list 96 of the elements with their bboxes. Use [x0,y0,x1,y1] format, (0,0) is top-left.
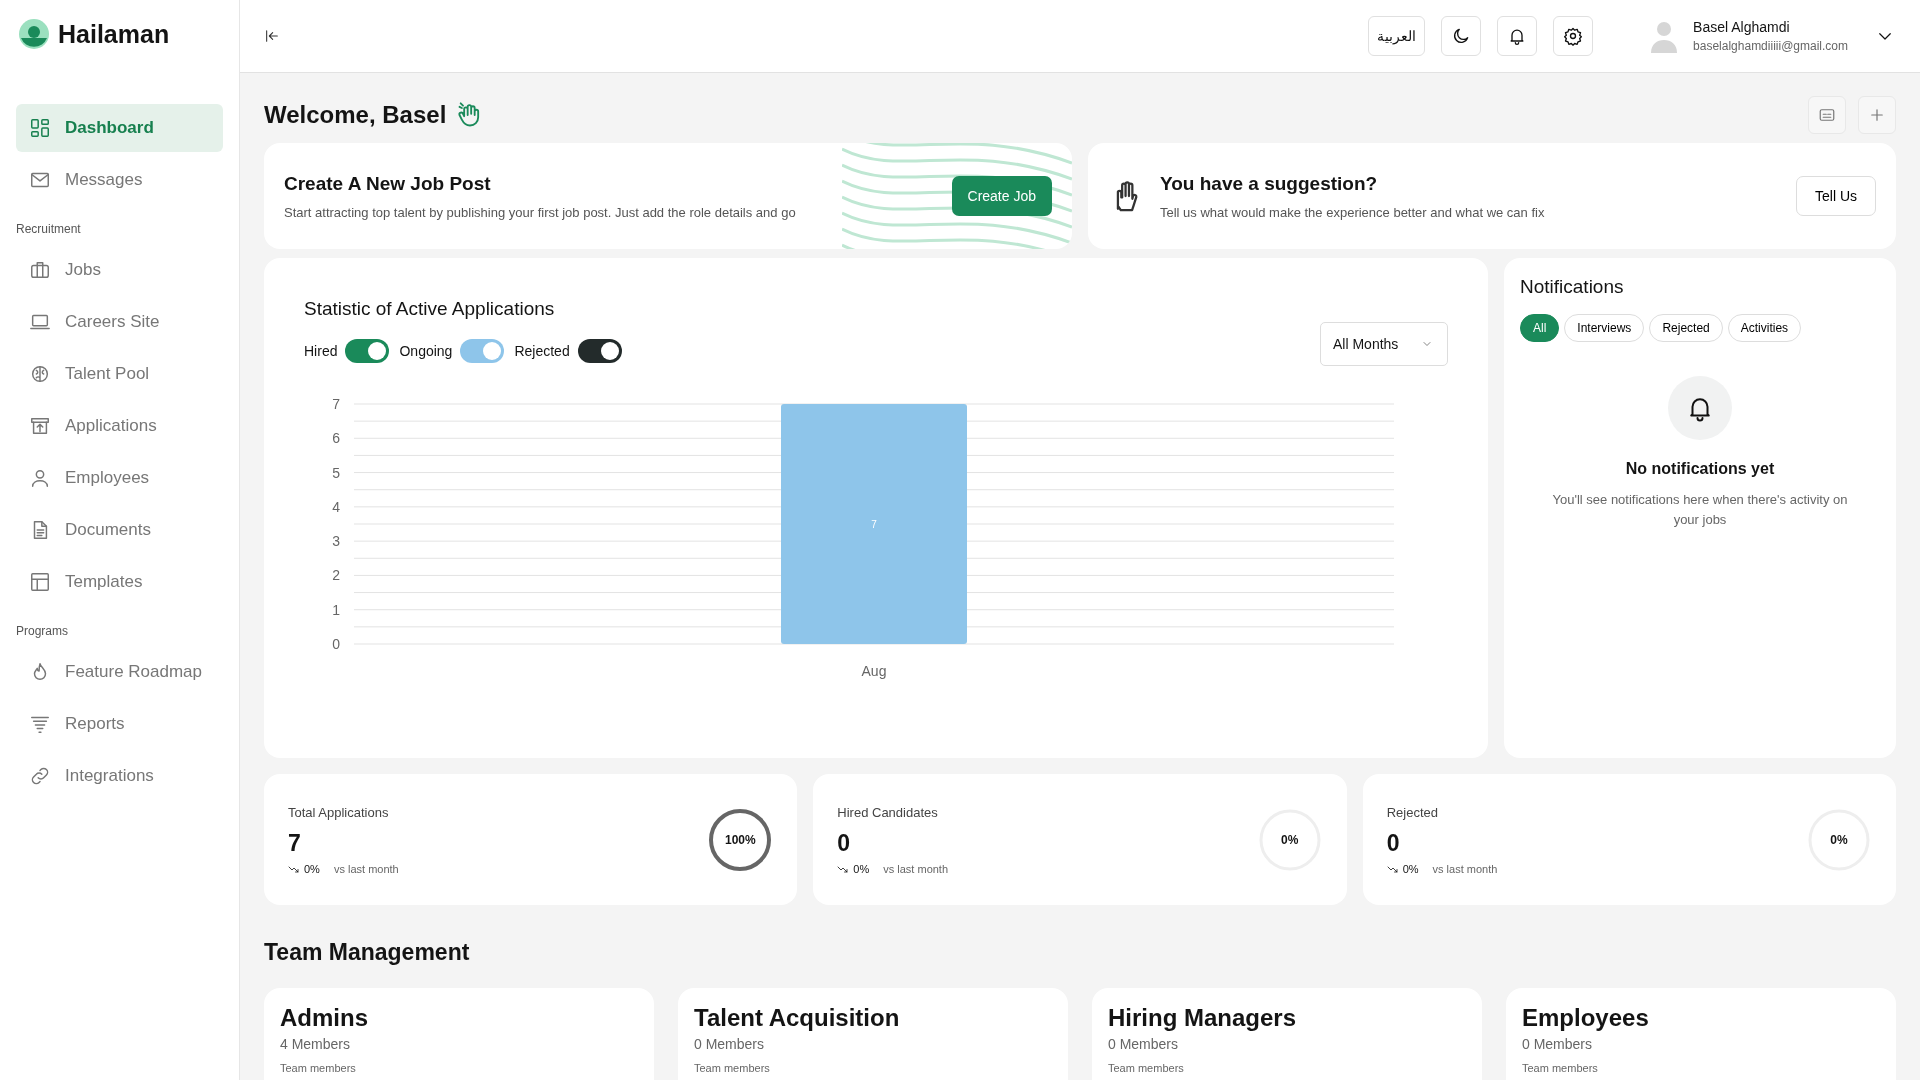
welcome-heading: Welcome, Basel [264,101,447,129]
axis-tick: 2 [332,567,340,584]
axis-tick: 3 [332,533,340,550]
progress-ring [707,806,774,873]
change-value: 0% [304,862,320,875]
card-icon [1818,106,1836,124]
sidebar-item[interactable]: Reports [16,700,223,748]
toggle-label: Rejected [514,343,570,359]
axis-label: Aug [861,663,887,679]
section-heading: Team Management [264,939,471,966]
collapse-icon [264,28,280,44]
stat-label: Hired Candidates [837,804,939,820]
sidebar-item[interactable]: Feature Roadmap [16,648,223,696]
axis-tick: 1 [332,601,340,618]
empty-description: You'll see notifications here when there's activity on your jobs [1551,491,1849,529]
axis-tick: 4 [332,498,340,515]
panel-title: Notifications [1520,276,1625,298]
compare-label: vs last month [883,862,949,875]
filter-chip[interactable]: Activities [1727,314,1802,342]
sidebar-item[interactable]: Careers Site [16,298,223,346]
member-count: 0 Members [694,1036,766,1052]
card-description: Tell us what would make the experience better and what we can fix [1160,204,1546,220]
chart-title: Statistic of Active Applications [304,298,556,320]
notifications-button[interactable] [1497,16,1538,56]
filter-chip[interactable]: Interviews [1564,314,1645,342]
toggle-label: Ongoing [399,343,453,359]
toggle-switch[interactable] [577,339,622,363]
team-members-label: Team members [694,1062,771,1074]
person-icon [29,467,51,489]
progress-percent: 0% [1281,832,1299,847]
filter-chip[interactable]: Rejected [1649,314,1723,342]
member-count: 0 Members [1522,1036,1594,1052]
toggle-label: Hired [304,343,338,359]
link-icon [29,765,51,787]
stat-value: 7 [288,829,302,857]
layout-icon [29,571,51,593]
moon-button[interactable] [1441,16,1482,56]
change-value: 0% [853,862,870,875]
avatar [1649,19,1680,53]
team-members-label: Team members [1522,1062,1599,1074]
create-job-button[interactable]: Create Job [951,176,1052,216]
card-view-button[interactable] [1808,96,1846,134]
axis-tick: 7 [332,396,340,412]
section-title: Recruitment [16,222,82,236]
card-title: Create A New Job Post [284,172,492,195]
brain-icon [29,363,51,385]
member-count: 0 Members [1108,1036,1180,1052]
axis-tick: 0 [332,636,340,652]
user-email: baselalghamdiiiii@gmail.com [1693,39,1848,53]
card-title: You have a suggestion? [1160,172,1379,195]
sidebar-item[interactable]: Integrations [16,752,223,800]
month-dropdown[interactable]: All Months [1320,322,1448,366]
compare-label: vs last month [333,862,399,875]
sidebar-item[interactable]: Templates [16,558,223,606]
stat-value: 0 [1386,829,1401,857]
team-name: Employees [1522,1004,1650,1032]
archive-icon [29,415,51,437]
filter-chip[interactable]: All [1520,314,1560,342]
stat-label: Rejected [1386,804,1439,820]
logo-icon [18,18,50,50]
axis-tick: 5 [332,464,340,481]
settings-button[interactable] [1553,16,1594,56]
team-name: Hiring Managers [1108,1004,1298,1032]
card-description: Start attracting top talent by publishing your first job post. Just add the role details and go [284,204,797,220]
team-members-label: Team members [1108,1062,1185,1074]
team-members-label: Team members [280,1062,357,1074]
empty-title: No notifications yet [1625,460,1775,478]
settings-icon [1563,26,1584,46]
briefcase-icon [29,259,51,281]
progress-percent: 0% [1830,832,1848,847]
compare-label: vs last month [1432,862,1498,875]
language-button[interactable]: العربية [1368,16,1426,56]
sidebar-item[interactable]: Documents [16,506,223,554]
sidebar-item[interactable]: Messages [16,156,223,204]
progress-percent: 100% [724,832,756,847]
tell-us-button[interactable]: Tell Us [1796,176,1876,216]
stat-label: Total Applications [288,804,390,820]
team-name: Admins [280,1004,369,1032]
toggle-switch[interactable] [460,339,505,363]
member-count: 4 Members [280,1036,352,1052]
sidebar-item[interactable]: Jobs [16,246,223,294]
plus-icon [1868,106,1886,124]
toggle-switch[interactable] [345,339,390,363]
team-name: Talent Acquisition [694,1004,901,1032]
section-title: Programs [16,624,69,638]
stat-value: 0 [837,829,852,857]
axis-tick: 6 [332,430,340,447]
grid-icon [29,117,51,139]
sidebar-item[interactable]: Employees [16,454,223,502]
user-name: Basel Alghamdi [1693,19,1791,35]
sidebar-item[interactable]: Talent Pool [16,350,223,398]
sidebar-item[interactable]: Applications [16,402,223,450]
sidebar-item[interactable]: Dashboard [16,104,223,152]
brand-name: Hailaman [58,19,170,49]
data-label: 7 [871,519,877,530]
change-value: 0% [1402,862,1419,875]
